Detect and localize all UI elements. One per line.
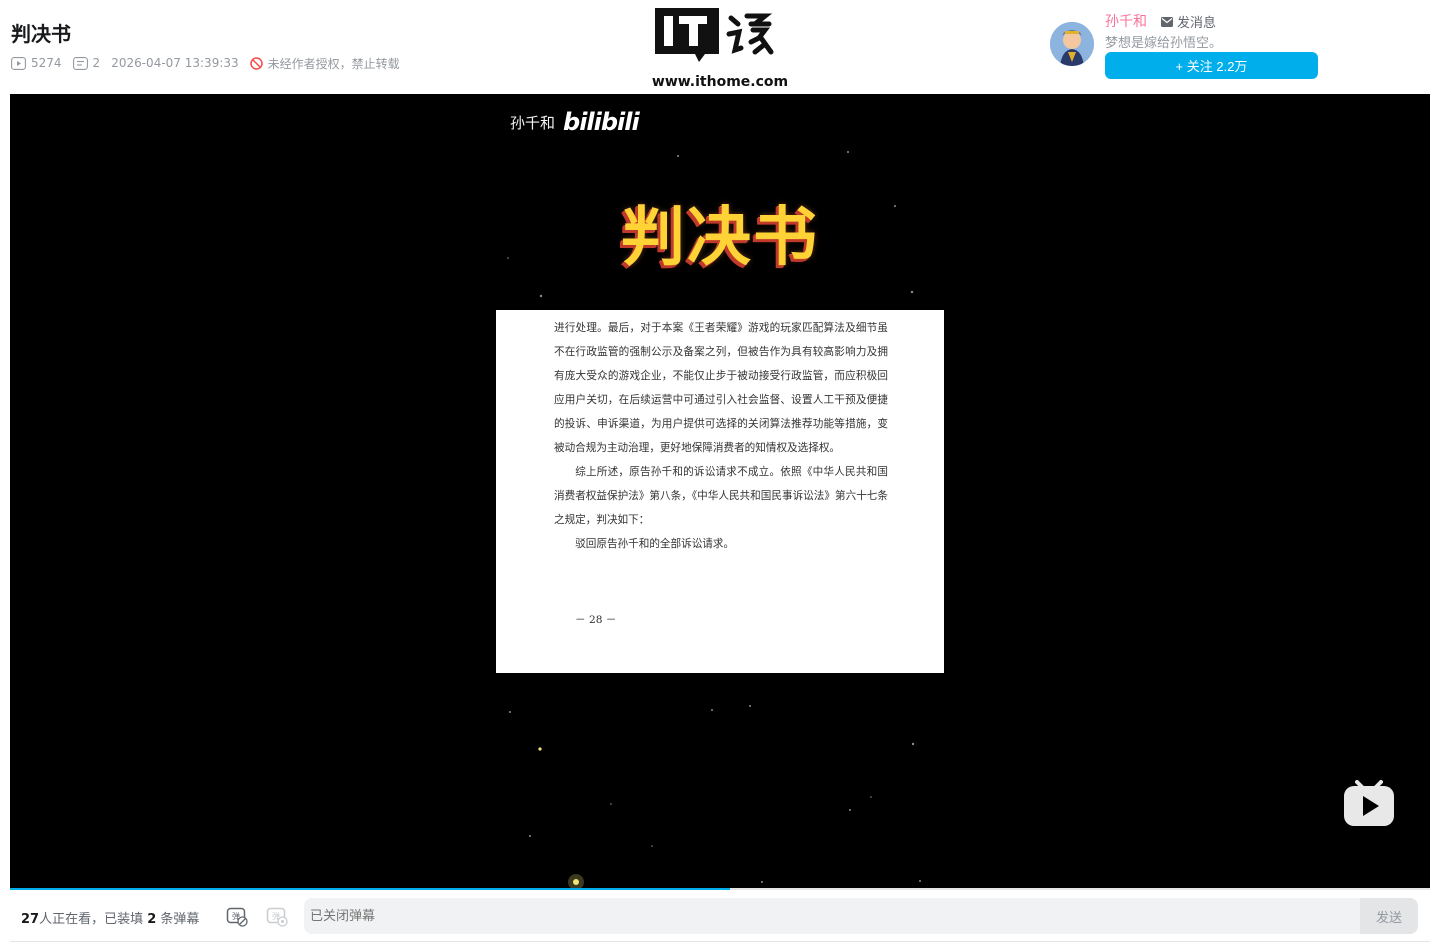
mail-icon — [1161, 16, 1173, 27]
video-meta: 5274 2 2026-04-07 13:39:33 未经作者授权，禁止转载 — [11, 55, 411, 71]
page-number: － 28 － — [575, 614, 617, 626]
ithome-logo-mark — [655, 8, 774, 62]
play-icon[interactable] — [1343, 778, 1395, 828]
copyright-text: 未经作者授权，禁止转载 — [267, 56, 400, 71]
uploader-name[interactable]: 孙千和 — [1105, 11, 1147, 31]
publish-time: 2026-04-07 13:39:33 — [111, 56, 239, 70]
loaded-danmaku-text: 条弹幕 — [156, 912, 200, 927]
judgment-document: 进行处理。最后，对于本案《王者荣耀》游戏的玩家匹配算法及细节虽不在行政监管的强制… — [496, 310, 944, 673]
danmaku-icon — [72, 56, 88, 70]
copyright-notice: 未经作者授权，禁止转载 — [249, 55, 400, 72]
watching-info: 27人正在看，已装填 2 条弹幕 — [21, 908, 199, 927]
danmaku-settings-icon[interactable]: 弹 — [266, 905, 288, 927]
send-message-label: 发消息 — [1177, 16, 1217, 31]
judgment-paragraph-3: 驳回原告孙千和的全部诉讼请求。 — [575, 538, 735, 550]
follow-button[interactable]: + 关注 2.2万 — [1105, 52, 1318, 79]
danmaku-count-value: 2 — [92, 56, 101, 70]
forbidden-icon — [249, 56, 263, 70]
uploader-signature: 梦想是嫁给孙悟空。 — [1105, 36, 1223, 51]
watching-text: 人正在看，已装填 — [39, 912, 148, 927]
frame-title: 判决书 — [621, 201, 819, 275]
video-watermark: 孙千和 bilibili — [510, 108, 640, 136]
ithome-url: www.ithome.com — [651, 74, 789, 90]
video-player[interactable]: 孙千和 bilibili 判决书 进行处理。最后，对于本案《王者荣耀》游戏的玩家… — [10, 94, 1430, 888]
send-message-link[interactable]: 发消息 — [1161, 12, 1216, 31]
avatar-image — [1050, 22, 1094, 66]
view-count: 5274 — [11, 56, 62, 70]
page: 判决书 5274 2 2026-04-07 13:39:33 未经作者授权，禁止… — [0, 0, 1440, 947]
judgment-paragraph-2: 综上所述，原告孙千和的诉讼请求不成立。依照《中华人民共和国消费者权益保护法》第八… — [554, 466, 888, 526]
danmaku-count: 2 — [72, 56, 101, 70]
watermark-name: 孙千和 — [510, 113, 556, 132]
view-count-value: 5274 — [31, 56, 62, 70]
judgment-text: 进行处理。最后，对于本案《王者荣耀》游戏的玩家匹配算法及细节虽不在行政监管的强制… — [554, 316, 888, 556]
ithome-logo[interactable]: www.ithome.com — [640, 8, 800, 90]
send-danmaku-button[interactable]: 发送 — [1360, 898, 1418, 934]
play-count-icon — [11, 56, 26, 70]
danmaku-bar: 27人正在看，已装填 2 条弹幕 弹 弹 发送 — [10, 890, 1430, 942]
bilibili-logo: bilibili — [563, 108, 640, 136]
video-title: 判决书 — [11, 22, 71, 46]
loaded-danmaku-count: 2 — [147, 912, 157, 927]
danmaku-input[interactable] — [304, 898, 1360, 934]
uploader-avatar[interactable] — [1050, 22, 1094, 66]
watching-count: 27 — [21, 912, 40, 927]
danmaku-toggle-icon[interactable]: 弹 — [226, 905, 248, 927]
judgment-paragraph-1: 进行处理。最后，对于本案《王者荣耀》游戏的玩家匹配算法及细节虽不在行政监管的强制… — [554, 322, 888, 454]
